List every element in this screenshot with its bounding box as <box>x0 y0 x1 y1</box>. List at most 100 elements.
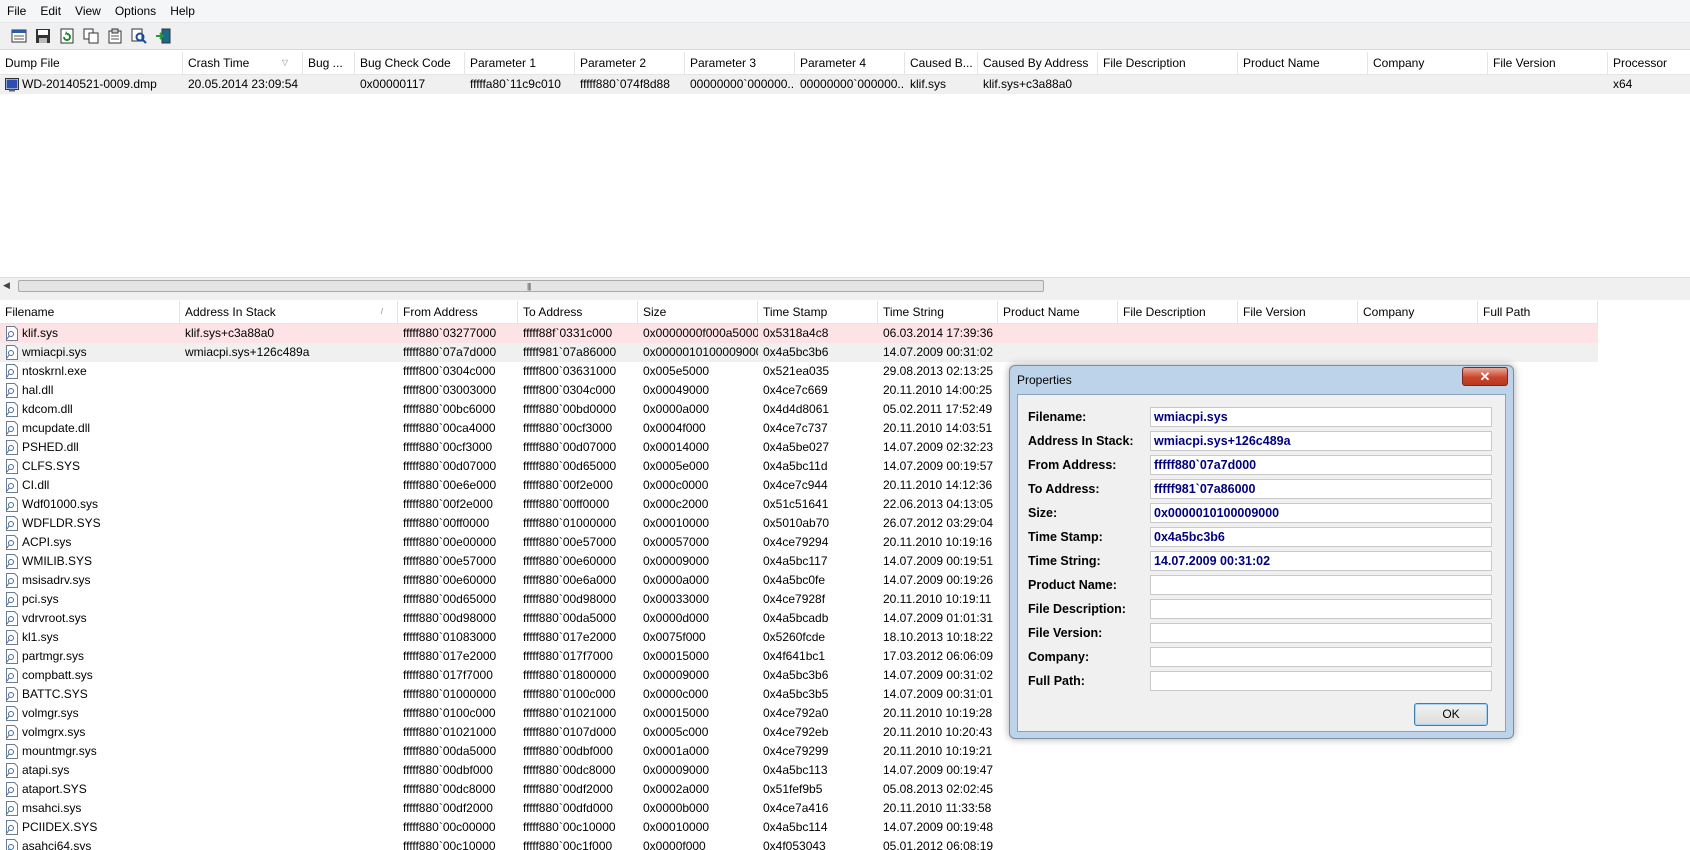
module-cell-text: 05.01.2012 06:08:19 <box>883 839 994 850</box>
module-header-full-path[interactable]: Full Path <box>1478 301 1598 323</box>
module-cell: 0x00014000 <box>638 438 758 457</box>
scrollbar-thumb[interactable]: ||| <box>18 280 1044 292</box>
report-icon[interactable] <box>104 25 126 47</box>
module-cell-text: 0x0000c000 <box>643 687 709 701</box>
module-cell-text: fffff880`00d07000 <box>523 440 617 454</box>
property-label: File Description: <box>1028 602 1126 616</box>
module-table-row[interactable]: klif.sys klif.sys+c3a88a0 fffff880`0327700… <box>0 324 1598 343</box>
property-value-field[interactable] <box>1150 575 1492 595</box>
dump-header-parameter-4[interactable]: Parameter 4 <box>795 52 905 74</box>
module-cell-text: kdcom.dll <box>22 402 73 416</box>
module-header-filename[interactable]: Filename <box>0 301 180 323</box>
property-label: Address In Stack: <box>1028 434 1134 448</box>
module-header-size[interactable]: Size <box>638 301 758 323</box>
properties-icon[interactable] <box>8 25 30 47</box>
dump-header-processor[interactable]: Processor <box>1608 52 1690 74</box>
dump-header-file-version[interactable]: File Version <box>1488 52 1608 74</box>
module-header-product-name[interactable]: Product Name <box>998 301 1118 323</box>
module-header-company[interactable]: Company <box>1358 301 1478 323</box>
module-cell-text: 26.07.2012 03:29:04 <box>883 516 994 530</box>
save-icon[interactable] <box>32 25 54 47</box>
module-header-time-string[interactable]: Time String <box>878 301 998 323</box>
module-table-row[interactable]: wmiacpi.sys wmiacpi.sys+126c489a fffff880`… <box>0 343 1598 362</box>
module-file-icon <box>5 725 19 741</box>
property-value-field[interactable] <box>1150 647 1492 667</box>
module-file-icon <box>5 383 19 399</box>
dump-header-crash-time[interactable]: Crash Time ▽ <box>183 52 303 74</box>
dump-header-product-name[interactable]: Product Name <box>1238 52 1368 74</box>
module-file-icon <box>5 839 19 850</box>
horizontal-scrollbar[interactable]: ◀ ||| <box>0 277 1690 295</box>
property-value-field[interactable] <box>1150 623 1492 643</box>
dump-cell-text: WD-20140521-0009.dmp <box>22 77 157 91</box>
dump-header-caused-by-address[interactable]: Caused By Address <box>978 52 1098 74</box>
module-cell-text: fffff880`00c00000 <box>403 820 496 834</box>
menu-help[interactable]: Help <box>163 0 202 22</box>
property-value-field[interactable] <box>1150 599 1492 619</box>
module-cell <box>180 780 398 799</box>
module-cell-text: fffff880`01800000 <box>523 668 617 682</box>
module-header-to-address[interactable]: To Address <box>518 301 638 323</box>
dump-header-caused-b[interactable]: Caused B... <box>905 52 978 74</box>
refresh-icon[interactable] <box>56 25 78 47</box>
module-cell: 26.07.2012 03:29:04 <box>878 514 998 533</box>
module-header-from-address[interactable]: From Address <box>398 301 518 323</box>
exit-icon[interactable] <box>152 25 174 47</box>
dump-header-parameter-2[interactable]: Parameter 2 <box>575 52 685 74</box>
scroll-left-icon[interactable]: ◀ <box>3 280 10 291</box>
dump-table-row[interactable]: WD-20140521-0009.dmp 20.05.2014 23:09:54 0… <box>0 75 1690 94</box>
module-cell: fffff880`00dbf000 <box>398 761 518 780</box>
module-cell-text: fffff800`03003000 <box>403 383 497 397</box>
property-value-field[interactable] <box>1150 671 1492 691</box>
module-table-row[interactable]: PCIIDEX.SYS fffff880`00c00000 fffff880`00c… <box>0 818 1598 837</box>
property-value-field[interactable]: wmiacpi.sys+126c489a <box>1150 431 1492 451</box>
dump-header-parameter-1[interactable]: Parameter 1 <box>465 52 575 74</box>
module-cell: fffff800`0304c000 <box>518 381 638 400</box>
property-value-field[interactable]: fffff981`07a86000 <box>1150 479 1492 499</box>
module-cell: 0x4ce792eb <box>758 723 878 742</box>
module-cell-text: 20.11.2010 11:33:58 <box>883 801 992 815</box>
dump-header-file-description[interactable]: File Description <box>1098 52 1238 74</box>
module-cell-text: mountmgr.sys <box>22 744 97 758</box>
dump-header-company[interactable]: Company <box>1368 52 1488 74</box>
property-value-field[interactable]: 0x0000010100009000 <box>1150 503 1492 523</box>
module-cell-text: klif.sys <box>22 326 58 340</box>
module-cell-text: 0x00009000 <box>643 554 710 568</box>
module-cell-text: 0x00015000 <box>643 706 710 720</box>
module-cell-text: 0x0000010100009000 <box>643 345 758 359</box>
ok-button[interactable]: OK <box>1414 703 1488 726</box>
find-icon[interactable] <box>128 25 150 47</box>
property-value-field[interactable]: 0x4a5bc3b6 <box>1150 527 1492 547</box>
property-value-field[interactable]: 14.07.2009 00:31:02 <box>1150 551 1492 571</box>
module-cell-text: fffff880`00e6e000 <box>403 478 497 492</box>
module-cell-text: fffff880`00c1f000 <box>523 839 613 850</box>
module-header-file-description[interactable]: File Description <box>1118 301 1238 323</box>
module-cell-text: 0x00014000 <box>643 440 710 454</box>
dump-cell <box>1368 75 1488 94</box>
module-header-time-stamp[interactable]: Time Stamp <box>758 301 878 323</box>
dump-header-dump-file[interactable]: Dump File <box>0 52 183 74</box>
menu-view[interactable]: View <box>68 0 108 22</box>
menu-file[interactable]: File <box>0 0 33 22</box>
property-label: To Address: <box>1028 482 1100 496</box>
dump-header-bug-check-code[interactable]: Bug Check Code <box>355 52 465 74</box>
dialog-close-button[interactable]: ✕ <box>1462 367 1508 386</box>
module-table-row[interactable]: asahci64.sys fffff880`00c10000 fffff880`00… <box>0 837 1598 850</box>
menu-edit[interactable]: Edit <box>33 0 68 22</box>
dump-header-parameter-3[interactable]: Parameter 3 <box>685 52 795 74</box>
property-value-field[interactable]: fffff880`07a7d000 <box>1150 455 1492 475</box>
dump-header-bug[interactable]: Bug ... <box>303 52 355 74</box>
dump-cell: WD-20140521-0009.dmp <box>0 75 183 94</box>
module-header-address-in-stack[interactable]: Address In Stack / <box>180 301 398 323</box>
module-table-row[interactable]: ataport.SYS fffff880`00dc8000 fffff880`00d… <box>0 780 1598 799</box>
module-header-file-version[interactable]: File Version <box>1238 301 1358 323</box>
module-table-row[interactable]: msahci.sys fffff880`00df2000 fffff880`00df… <box>0 799 1598 818</box>
module-cell: 20.11.2010 14:03:51 <box>878 419 998 438</box>
property-value-field[interactable]: wmiacpi.sys <box>1150 407 1492 427</box>
menu-options[interactable]: Options <box>108 0 163 22</box>
module-table-row[interactable]: mountmgr.sys fffff880`00da5000 fffff880`00… <box>0 742 1598 761</box>
module-table-row[interactable]: atapi.sys fffff880`00dbf000 fffff880`00dc8… <box>0 761 1598 780</box>
module-cell-text: fffff880`00d98000 <box>403 611 497 625</box>
copy-icon[interactable] <box>80 25 102 47</box>
module-cell <box>180 685 398 704</box>
